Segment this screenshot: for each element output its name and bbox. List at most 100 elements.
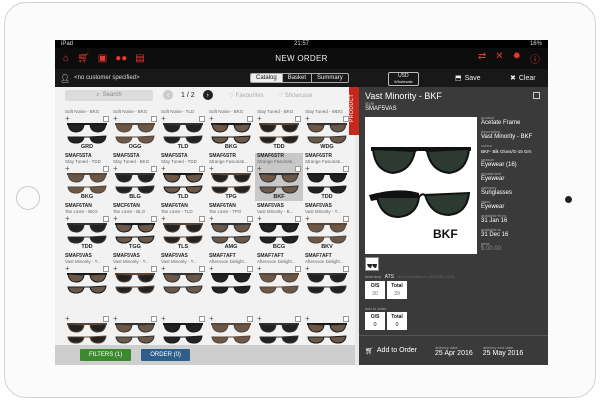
product-sku: SMAF5VAS xyxy=(257,203,284,209)
attribute-value: BKF- Blk Gloss/G-15 Grn xyxy=(481,149,532,154)
gear-icon[interactable]: ✹ xyxy=(513,51,521,66)
customer-selector[interactable]: 👤︎ <no customer specified> xyxy=(60,74,140,83)
filters-button[interactable]: FILTERS (1) xyxy=(80,349,132,361)
product-tile[interactable]: SMAF6STR Strange Fascinati... + TPG xyxy=(207,153,255,201)
chart-icon[interactable]: ▤ xyxy=(135,53,144,64)
product-tile[interactable]: SMAF6STR Strange Fascinati... + TDD xyxy=(303,153,351,201)
home-icon[interactable]: ⌂ xyxy=(63,53,69,64)
thumbnail[interactable] xyxy=(365,257,379,271)
cart-add-icon: 🛒︎ xyxy=(365,347,374,355)
order-os[interactable]: O/S 0 xyxy=(365,312,385,330)
product-tile[interactable]: + xyxy=(111,303,159,351)
tab-basket[interactable]: Basket xyxy=(283,74,313,82)
clear-label: Clear xyxy=(518,74,536,82)
product-tile[interactable]: + xyxy=(303,303,351,351)
search-input[interactable]: ⌕ Search xyxy=(65,89,153,101)
info-icon[interactable]: ⓘ xyxy=(530,51,540,66)
attribute-value: Acetate Frame xyxy=(481,120,521,126)
product-image: BKF xyxy=(365,117,477,254)
favourites-label: Favourites xyxy=(235,92,264,99)
tab-catalog[interactable]: Catalog xyxy=(251,74,283,82)
currency-button[interactable]: USD Wholesale xyxy=(388,72,419,86)
product-tile[interactable]: + xyxy=(207,303,255,351)
order-button[interactable]: ORDER (0) xyxy=(141,349,190,361)
attribute-value: 31 Dec 16 xyxy=(481,232,509,238)
product-tile[interactable]: Stay Tuned - WDG + WDG xyxy=(303,103,351,151)
add-to-order-label: Add to Order xyxy=(376,347,417,354)
product-tile[interactable]: SMAF5STA Stay Tuned - TDD + BKG xyxy=(63,153,111,201)
delivery-date[interactable]: delivery date 25 Apr 2016 xyxy=(435,345,473,357)
sunglasses-thumbnail xyxy=(307,123,347,133)
product-tile[interactable]: SMAF5STA Stay Tuned - TDD + TLD xyxy=(159,153,207,201)
sunglasses-thumbnail xyxy=(115,223,155,233)
prev-page-icon[interactable]: ‹ xyxy=(163,90,173,100)
colour-code: GRD xyxy=(80,144,94,150)
customer-label: <no customer specified> xyxy=(74,75,140,81)
product-tile[interactable]: + xyxy=(159,303,207,351)
save-label: Save xyxy=(464,74,481,82)
product-sku: SMAF7AFT xyxy=(257,253,284,259)
product-sku: SMAF5VAS xyxy=(305,203,332,209)
product-tile[interactable]: Soft Noise - TLD + TLD xyxy=(159,103,207,151)
view-segmented-control: Catalog Basket Summary xyxy=(250,73,349,83)
sunglasses-thumbnail xyxy=(115,173,155,183)
product-tile[interactable]: SMAF5VAS Vast Minority - T... + xyxy=(63,253,111,301)
sunglasses-side-thumbnail xyxy=(259,235,299,244)
product-tile[interactable]: SMAF7AFT Afternoon Delight... + xyxy=(207,253,255,301)
product-tile[interactable]: SMCF6TAN Tan Lines - BLG + TGG xyxy=(111,203,159,251)
product-tile[interactable]: SMAF7AFT Afternoon Delight... + xyxy=(255,253,303,301)
tab-summary[interactable]: Summary xyxy=(312,74,348,82)
product-tile[interactable]: Soft Noise - BKG + BKG xyxy=(207,103,255,151)
ats-label: ATS xyxy=(384,274,394,280)
cart-icon[interactable]: 🛒︎ xyxy=(77,53,90,64)
colour-code: BKG xyxy=(224,144,238,150)
transfer-icon[interactable]: ⇄ xyxy=(478,51,486,66)
colour-code: OGG xyxy=(128,144,142,150)
brand-mark: BKF xyxy=(433,227,458,241)
sunglasses-side-thumbnail xyxy=(307,185,347,194)
sunglasses-side-thumbnail xyxy=(259,285,299,294)
favourites-button[interactable]: ♡ Favourites xyxy=(229,92,264,99)
sunglasses-side-thumbnail xyxy=(211,335,251,344)
product-tile[interactable]: + xyxy=(63,303,111,351)
product-tile[interactable]: + xyxy=(255,303,303,351)
sunglasses-side-thumbnail xyxy=(163,335,203,344)
next-page-icon[interactable]: › xyxy=(202,90,213,100)
product-tile[interactable]: SMAF6TAN Tan Lines - BKG + TDD xyxy=(63,203,111,251)
product-sku: SMAF5VAS xyxy=(113,253,140,259)
product-sku: SMAF6TAN xyxy=(161,203,188,209)
nav-bar: NEW ORDER ⌂ 🛒︎ ▣ ●● ▤ ⇄ ✕ ✹ ⓘ xyxy=(55,48,548,69)
product-tile[interactable]: SMAF5VAS Vast Minority - T... + xyxy=(159,253,207,301)
product-tile[interactable]: Stay Tuned - BKG + TDD xyxy=(255,103,303,151)
tools-icon[interactable]: ✕ xyxy=(495,51,503,66)
page-indicator: 1 / 2 xyxy=(181,91,195,99)
customer-icon[interactable]: ▣ xyxy=(98,53,107,64)
showcase-button[interactable]: ♡ Showcase xyxy=(278,92,313,99)
home-button[interactable] xyxy=(16,186,40,210)
colour-code: BKF xyxy=(273,194,285,200)
clear-button[interactable]: ✖ Clear xyxy=(510,74,536,83)
save-button[interactable]: ⬒ Save xyxy=(455,74,481,83)
product-tile[interactable]: SMAF5VAS Vast Minority - T... + BKV xyxy=(303,203,351,251)
product-tile[interactable]: SMAF5VAS Vast Minority - T... + xyxy=(111,253,159,301)
product-tile[interactable]: SMAF6TAN Tan Lines - TPG + AMG xyxy=(207,203,255,251)
sunglasses-side-thumbnail xyxy=(115,335,155,344)
select-checkbox[interactable] xyxy=(533,92,540,99)
product-tile[interactable]: SMAF6TAN Tan Lines - TLD + TLS xyxy=(159,203,207,251)
sunglasses-thumbnail xyxy=(163,273,203,283)
product-tile[interactable]: Soft Noise - BKG + GRD xyxy=(63,103,111,151)
ats-note: Next updated on 13/07/16 13:03 xyxy=(397,274,455,279)
sunglasses-side-thumbnail xyxy=(307,285,347,294)
product-tile[interactable]: Soft Noise - BKG + OGG xyxy=(111,103,159,151)
product-name: Tan Lines - BKG xyxy=(65,209,98,214)
users-icon[interactable]: ●● xyxy=(115,53,127,64)
delivery-end-date[interactable]: delivery end date 25 May 2016 xyxy=(483,345,523,357)
add-to-order-button[interactable]: 🛒︎ Add to Order xyxy=(365,347,431,355)
product-tile[interactable]: SMAF5STA Stay Tuned - BKG + BLG xyxy=(111,153,159,201)
product-name: Afternoon Delight... xyxy=(209,259,248,264)
sunglasses-thumbnail xyxy=(259,223,299,233)
product-tile[interactable]: SMAF7AFT Afternoon Delight... + xyxy=(303,253,351,301)
product-tile[interactable]: SMAF5VAS Vast Minority - B... + BCG xyxy=(255,203,303,251)
product-tab[interactable]: PRODUCT xyxy=(349,87,359,135)
product-tile[interactable]: SMAF6STR Strange Fascinati... + BKF xyxy=(255,153,303,201)
